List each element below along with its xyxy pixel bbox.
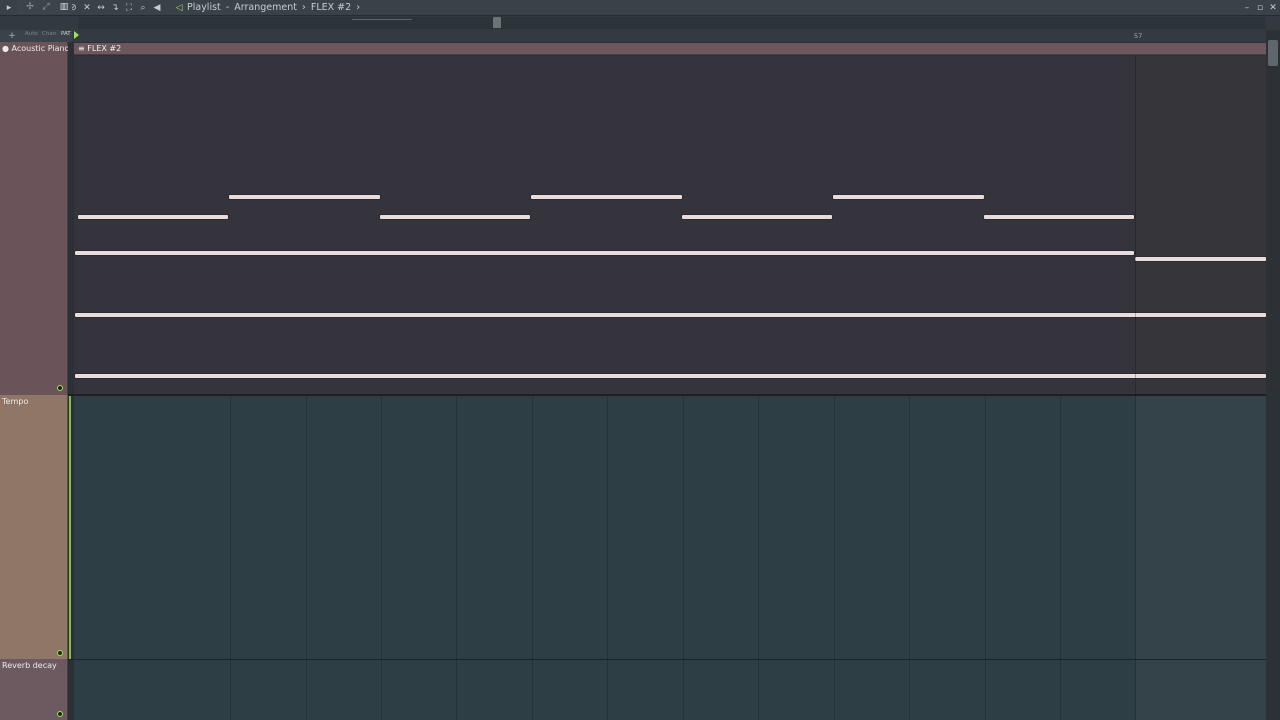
grid-line [758,396,759,720]
auto-label[interactable]: Auto [25,31,38,37]
grid-line [532,396,533,720]
note[interactable] [984,215,1134,219]
tempo-lane-end[interactable] [1135,396,1266,659]
note[interactable] [1135,257,1266,261]
note[interactable] [75,313,1266,317]
breadcrumb-separator: - [225,2,230,13]
note[interactable] [833,195,984,199]
arrow-right-icon[interactable]: ▸ [3,2,15,14]
clip-body[interactable] [74,56,1135,394]
track-label: Tempo [2,397,29,406]
track-info-icon[interactable]: ● [2,44,9,53]
select-icon[interactable]: ⛶ [123,2,135,14]
grid-line [1060,396,1061,720]
arrangement-overview[interactable] [78,17,1266,29]
breadcrumb-playlist[interactable]: Playlist [187,2,221,13]
grid-line [834,396,835,720]
grid-line [381,396,382,720]
note[interactable] [229,195,380,199]
horizontal-scroll-thumb[interactable] [493,17,501,28]
playhead-marker[interactable] [74,31,79,39]
close-icon[interactable]: ✕ [1267,1,1279,15]
note[interactable] [78,215,228,219]
overview-range [352,19,412,20]
playlist-play-icon[interactable]: ◁ [173,2,185,14]
timeline-ruler[interactable] [0,30,1280,42]
vertical-scroll-thumb[interactable] [1268,40,1278,66]
tempo-lane[interactable] [74,396,1135,659]
breadcrumb-arrow-end[interactable]: › [356,2,360,13]
clip-body-end[interactable] [1135,56,1266,394]
clip-title[interactable]: ≡ FLEX #2 [78,44,121,53]
track-header-tempo[interactable]: Tempo [0,395,68,659]
breadcrumb-pattern[interactable]: FLEX #2 [311,2,351,13]
maximize-icon[interactable]: ▫ [1254,1,1266,15]
piano-icon[interactable]: ▥ [58,1,70,13]
track-label: Reverb decay [2,661,57,670]
track-led[interactable] [57,711,63,717]
reverb-decay-lane[interactable] [74,660,1135,720]
breadcrumb-arrangement[interactable]: Arrangement [234,2,297,13]
reverb-decay-lane-end[interactable] [1135,660,1266,720]
automation-start-marker [69,396,71,659]
pat-label[interactable]: PAT [61,31,71,37]
track-label: ● Acoustic Piano [2,44,70,53]
note[interactable] [380,215,530,219]
slip-icon[interactable]: ↔ [95,2,107,14]
add-track-icon[interactable]: + [6,30,18,42]
grid-line [230,396,231,720]
track-led[interactable] [57,650,63,656]
grid-line [909,396,910,720]
grid-line [1135,56,1136,720]
stretch-icon[interactable]: ⤢ [40,1,52,13]
zoom-icon[interactable]: ⌕ [137,2,149,14]
move-icon[interactable]: ✢ [24,1,36,13]
vertical-scrollbar[interactable] [1266,30,1280,720]
mute-icon[interactable]: ✕ [81,2,93,14]
grid-line [985,396,986,720]
bar-number: 57 [1134,32,1143,40]
note[interactable] [682,215,832,219]
chan-label[interactable]: Chan [42,31,56,37]
grid-line [607,396,608,720]
note[interactable] [531,195,682,199]
note[interactable] [75,374,1266,378]
clip-header[interactable] [74,43,1266,55]
clip-menu-icon[interactable]: ≡ [78,44,85,53]
track-header-acoustic-piano[interactable]: ● Acoustic Piano [0,42,70,395]
grid-line [306,396,307,720]
minimize-icon[interactable]: – [1241,1,1253,15]
track-header-reverb-decay[interactable]: Reverb decay [0,659,68,720]
breadcrumb-arrow: › [302,2,306,13]
track-led[interactable] [57,385,63,391]
note[interactable] [75,251,1134,255]
grid-line [456,396,457,720]
grid-line [683,396,684,720]
speaker-icon[interactable]: ◀ [151,2,163,14]
breadcrumb: Playlist - Arrangement › FLEX #2 › [187,1,362,15]
slice-icon[interactable]: ↴ [109,2,121,14]
